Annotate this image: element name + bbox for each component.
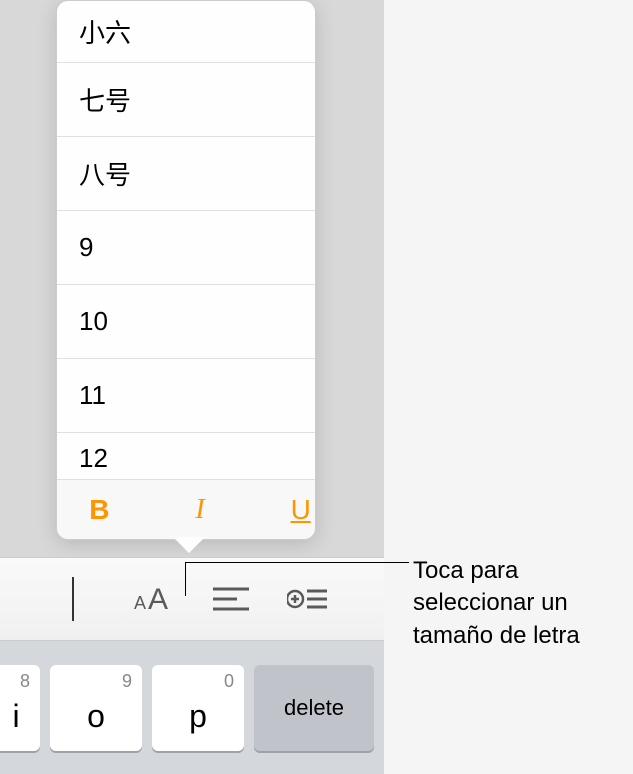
- screenshot-area: 小六 七号 八号 9 10 11 12 B I U A A: [0, 0, 384, 774]
- text-cursor: [72, 577, 74, 621]
- callout-line1: Toca para: [413, 555, 580, 587]
- key-letter: i: [12, 698, 19, 735]
- size-option[interactable]: 12: [57, 433, 315, 475]
- key-letter: p: [189, 698, 207, 735]
- delete-label: delete: [284, 695, 344, 721]
- callout-line3: tamaño de letra: [413, 620, 580, 652]
- svg-text:A: A: [134, 593, 146, 613]
- popover-arrow: [175, 539, 203, 553]
- italic-button[interactable]: I: [186, 494, 215, 526]
- size-option[interactable]: 9: [57, 211, 315, 285]
- svg-text:A: A: [148, 583, 168, 615]
- size-option[interactable]: 小六: [57, 1, 315, 63]
- key-i[interactable]: 8 i: [0, 665, 40, 751]
- font-size-list[interactable]: 小六 七号 八号 9 10 11 12: [57, 1, 315, 475]
- underline-button[interactable]: U: [286, 494, 315, 526]
- text-style-bar: B I U: [57, 479, 315, 539]
- key-p[interactable]: 0 p: [152, 665, 244, 751]
- size-option[interactable]: 10: [57, 285, 315, 359]
- font-size-button[interactable]: A A: [134, 578, 176, 620]
- key-o[interactable]: 9 o: [50, 665, 142, 751]
- size-option[interactable]: 八号: [57, 137, 315, 211]
- key-number: 8: [20, 671, 30, 692]
- callout-line2: seleccionar un: [413, 587, 580, 619]
- key-delete[interactable]: delete: [254, 665, 374, 751]
- size-option[interactable]: 七号: [57, 63, 315, 137]
- callout-text: Toca para seleccionar un tamaño de letra: [413, 555, 580, 652]
- size-option[interactable]: 11: [57, 359, 315, 433]
- key-number: 9: [122, 671, 132, 692]
- bold-button[interactable]: B: [85, 494, 114, 526]
- key-number: 0: [224, 671, 234, 692]
- font-size-popover: 小六 七号 八号 9 10 11 12 B I U: [56, 0, 316, 540]
- key-letter: o: [87, 698, 105, 735]
- callout-connector: [185, 562, 409, 596]
- keyboard: 8 i 9 o 0 p delete: [0, 641, 384, 774]
